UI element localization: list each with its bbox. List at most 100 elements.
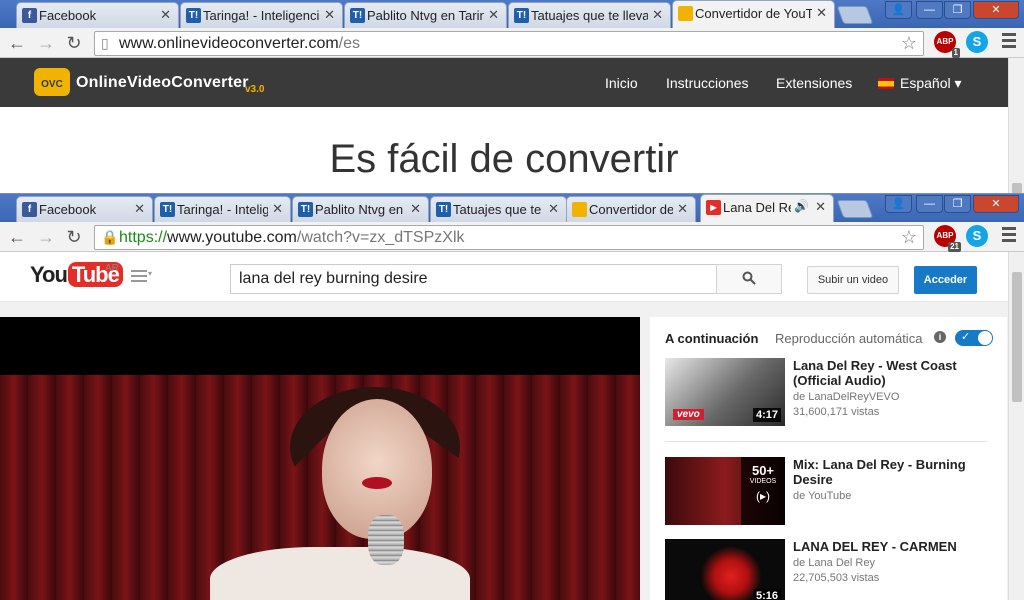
nav-extensiones[interactable]: Extensiones [776, 75, 852, 91]
video-title[interactable]: Lana Del Rey - West Coast (Official Audi… [793, 358, 993, 388]
reload-icon[interactable]: ↻ [63, 226, 85, 248]
video-player[interactable] [0, 317, 640, 600]
close-window-button[interactable]: ✕ [973, 195, 1019, 213]
new-tab-button[interactable] [836, 6, 874, 24]
restore-button[interactable]: ❐ [944, 195, 971, 213]
youtube-body: A continuación Reproducción automática i… [0, 302, 1008, 600]
tab-lana-del-rey[interactable]: ▶ Lana Del Rey 🔊 ✕ [700, 194, 834, 222]
facebook-icon: f [22, 8, 37, 23]
url-host: www.youtube.com [167, 229, 297, 246]
ovc-logo[interactable]: OVC [34, 68, 70, 96]
back-icon[interactable]: ← [6, 226, 28, 248]
close-icon[interactable]: ✕ [272, 201, 283, 217]
tab-facebook[interactable]: f Facebook ✕ [16, 2, 179, 28]
video-frame-microphone [368, 515, 404, 565]
video-thumbnail[interactable]: 5:16 [665, 539, 785, 600]
logo-you: You [30, 262, 68, 287]
search-icon [742, 271, 756, 285]
browser-window-ovc: f Facebook ✕ T! Taringa! - Inteligencia … [0, 0, 1024, 200]
video-title[interactable]: Mix: Lana Del Rey - Burning Desire [793, 457, 993, 487]
list-item[interactable]: vevo 4:17 Lana Del Rey - West Coast (Off… [665, 358, 995, 428]
tab-pablito[interactable]: T! Pablito Ntvg en Taringa ✕ [292, 196, 429, 222]
search-button[interactable] [716, 264, 782, 294]
skype-icon[interactable]: S [966, 31, 988, 53]
restore-button[interactable]: ❐ [944, 1, 971, 19]
tab-taringa[interactable]: T! Taringa! - Inteligencia ✕ [180, 2, 343, 28]
close-icon[interactable]: ✕ [815, 199, 826, 215]
close-icon[interactable]: ✕ [816, 5, 827, 21]
list-item[interactable]: 50+ VIDEOS (▸) Mix: Lana Del Rey - Burning… [665, 457, 995, 527]
profile-icon[interactable]: 👤 [885, 1, 912, 19]
list-item[interactable]: 5:16 LANA DEL REY - CARMEN de Lana Del R… [665, 539, 995, 600]
tab-taringa[interactable]: T! Taringa! - Inteligencia ✕ [154, 196, 291, 222]
close-icon[interactable]: ✕ [324, 7, 335, 23]
ovc-navbar: OVC OnlineVideoConverter v3.0 Inicio Ins… [0, 58, 1008, 107]
address-bar[interactable]: 🔒 https://www.youtube.com/watch?v=zx_dTSP… [94, 225, 924, 278]
nav-language[interactable]: Español ▾ [878, 75, 962, 92]
tab-facebook[interactable]: f Facebook ✕ [16, 196, 153, 222]
video-title[interactable]: LANA DEL REY - CARMEN [793, 539, 993, 554]
tab-label: Lana Del Rey [723, 200, 791, 215]
reload-icon[interactable]: ↻ [63, 32, 85, 54]
region-label: AR [105, 263, 119, 274]
taringa-icon: T! [160, 202, 175, 217]
nav-instrucciones[interactable]: Instrucciones [666, 75, 748, 91]
up-next-sidebar: A continuación Reproducción automática i… [650, 317, 1007, 600]
info-icon[interactable]: i [934, 331, 946, 343]
chrome-menu-icon[interactable] [1002, 33, 1016, 51]
bookmark-star-icon[interactable]: ☆ [901, 32, 917, 55]
ovc-brand[interactable]: OnlineVideoConverter [76, 74, 249, 92]
tab-convertidor[interactable]: Convertidor de YouTube ✕ [566, 196, 696, 222]
video-thumbnail[interactable]: vevo 4:17 [665, 358, 785, 426]
video-channel[interactable]: de YouTube [793, 490, 851, 502]
adblock-plus-icon[interactable]: ABP 1 [934, 31, 960, 58]
video-channel[interactable]: de LanaDelReyVEVO [793, 391, 899, 403]
close-icon[interactable]: ✕ [652, 7, 663, 23]
taringa-icon: T! [436, 202, 451, 217]
lock-icon: 🔒 [101, 229, 119, 245]
video-channel[interactable]: de Lana Del Rey [793, 557, 875, 569]
forward-icon[interactable]: → [35, 32, 57, 54]
video-thumbnail[interactable]: 50+ VIDEOS (▸) [665, 457, 785, 525]
search-input[interactable]: lana del rey burning desire [230, 264, 717, 294]
tab-label: Tatuajes que te llevan [453, 202, 544, 217]
back-icon[interactable]: ← [6, 32, 28, 54]
chrome-menu-icon[interactable] [1002, 227, 1016, 245]
autoplay-label: Reproducción automática [775, 331, 923, 346]
language-label: Español [900, 75, 951, 91]
scrollbar-thumb[interactable] [1012, 272, 1022, 402]
scrollbar[interactable] [1008, 252, 1024, 600]
close-icon[interactable]: ✕ [488, 7, 499, 23]
address-bar[interactable]: ▯ www.onlinevideoconverter.com/es ☆ [94, 31, 924, 56]
divider [665, 441, 987, 442]
abp-label: ABP [936, 231, 954, 240]
tab-label: Taringa! - Inteligencia [203, 8, 320, 23]
nav-inicio[interactable]: Inicio [605, 75, 638, 91]
close-icon[interactable]: ✕ [134, 201, 145, 217]
close-icon[interactable]: ✕ [677, 201, 688, 217]
tab-strip: f Facebook ✕ T! Taringa! - Inteligencia … [0, 0, 1024, 28]
ovc-version: v3.0 [245, 84, 265, 95]
close-icon[interactable]: ✕ [160, 7, 171, 23]
minimize-button[interactable]: — [916, 195, 943, 213]
new-tab-button[interactable] [836, 200, 874, 218]
adblock-plus-icon[interactable]: ABP 21 [934, 225, 961, 252]
tab-tatuajes[interactable]: T! Tatuajes que te llevan ✕ [508, 2, 671, 28]
skype-icon[interactable]: S [966, 225, 988, 247]
tab-pablito[interactable]: T! Pablito Ntvg en Taringa ✕ [344, 2, 507, 28]
close-icon[interactable]: ✕ [410, 201, 421, 217]
tab-tatuajes[interactable]: T! Tatuajes que te llevan ✕ [430, 196, 567, 222]
tab-convertidor[interactable]: Convertidor de YouTube ✕ [672, 0, 835, 28]
close-window-button[interactable]: ✕ [973, 1, 1019, 19]
autoplay-toggle[interactable]: ✓ [955, 330, 993, 346]
ovc-favicon-icon [572, 202, 587, 217]
login-button[interactable]: Acceder [914, 266, 977, 294]
forward-icon[interactable]: → [35, 226, 57, 248]
bookmark-star-icon[interactable]: ☆ [901, 226, 917, 249]
guide-menu-icon[interactable] [131, 270, 147, 285]
profile-icon[interactable]: 👤 [885, 195, 912, 213]
scrollbar[interactable] [1008, 58, 1024, 200]
close-icon[interactable]: ✕ [548, 201, 559, 217]
upload-button[interactable]: Subir un video [807, 266, 899, 294]
minimize-button[interactable]: — [916, 1, 943, 19]
